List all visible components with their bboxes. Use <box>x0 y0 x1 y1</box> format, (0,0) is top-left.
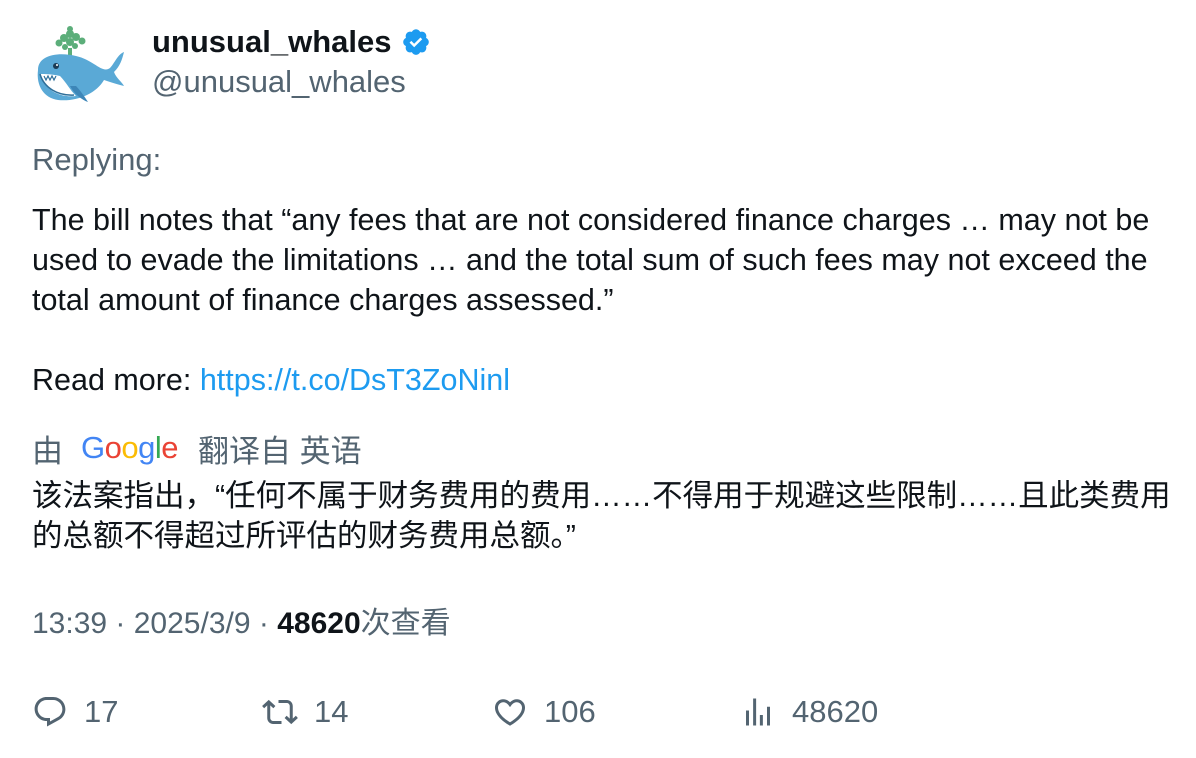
verified-badge-icon <box>403 29 430 55</box>
tweet-date[interactable]: 2025/3/9 <box>134 607 251 640</box>
like-button[interactable]: 106 <box>492 690 596 734</box>
read-more-label: Read more: <box>32 363 200 397</box>
retweet-button[interactable]: 14 <box>262 690 348 734</box>
read-more-line: Read more: https://t.co/DsT3ZoNinl <box>32 360 1172 400</box>
meta-separator: · <box>107 607 134 640</box>
like-count: 106 <box>544 694 596 729</box>
reply-button[interactable]: 17 <box>32 690 118 734</box>
translated-from-label: 翻译自 英语 <box>198 433 362 469</box>
views-count: 48620 <box>792 694 879 729</box>
retweet-icon <box>262 699 298 725</box>
retweet-count: 14 <box>314 694 349 729</box>
google-logo[interactable]: Google <box>81 430 179 466</box>
tweet-meta: 13:39 · 2025/3/9 · 48620次查看 <box>32 604 451 644</box>
display-name[interactable]: unusual_whales <box>152 22 431 62</box>
view-count: 48620 <box>277 607 361 640</box>
tweet-link[interactable]: https://t.co/DsT3ZoNinl <box>200 363 510 397</box>
translated-text: 该法案指出，“任何不属于财务费用的费用……不得用于规避这些限制……且此类费用的总… <box>32 479 1171 553</box>
reply-count: 17 <box>84 694 119 729</box>
tweet-text: The bill notes that “any fees that are n… <box>32 200 1172 400</box>
whale-logo-icon <box>37 26 124 102</box>
replying-label: Replying: <box>32 142 162 177</box>
analytics-icon <box>746 698 770 726</box>
meta-separator: · <box>250 607 278 640</box>
display-name-text: unusual_whales <box>152 24 392 59</box>
user-handle[interactable]: @unusual_whales <box>152 62 406 102</box>
reply-icon <box>34 697 66 727</box>
avatar[interactable] <box>30 24 126 112</box>
translated-by-label: 由 <box>32 433 63 469</box>
views-label: 次查看 <box>360 607 451 640</box>
tweet-time[interactable]: 13:39 <box>32 607 107 640</box>
views-button[interactable]: 48620 <box>740 690 878 734</box>
tweet-body: The bill notes that “any fees that are n… <box>32 203 1150 317</box>
heart-icon <box>494 699 526 726</box>
translation-attribution: 由 Google 翻译自 英语 <box>32 428 362 469</box>
